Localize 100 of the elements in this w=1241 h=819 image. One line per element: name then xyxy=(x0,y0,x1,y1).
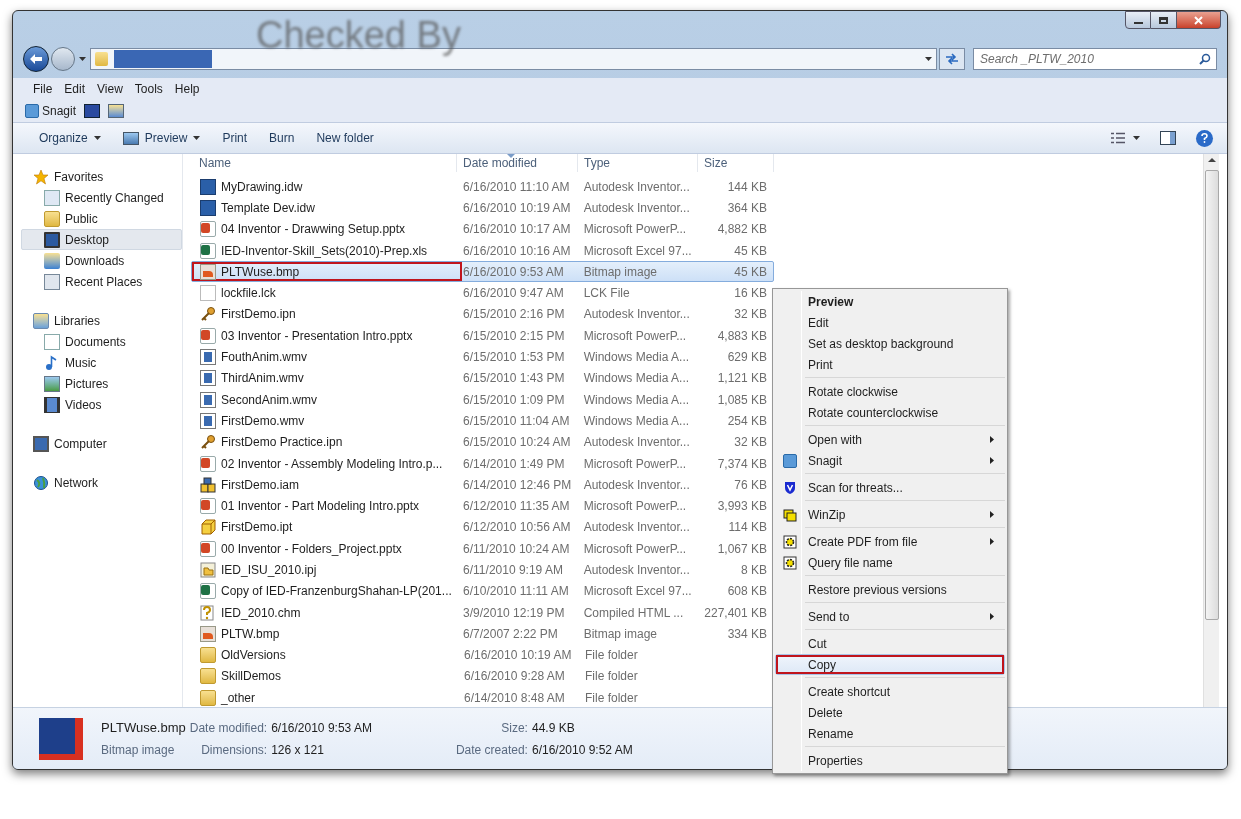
minimize-button[interactable] xyxy=(1125,11,1151,29)
nav-group-item[interactable]: Computer xyxy=(21,433,182,454)
back-button[interactable] xyxy=(23,46,49,72)
toolbar-button[interactable]: New folder xyxy=(308,126,382,150)
file-row[interactable]: 03 Inventor - Presentation Intro.pptx 6/15/2010 2:15 PM Microsoft PowerP... 4,883 KB xyxy=(191,325,774,347)
nav-item[interactable]: Pictures xyxy=(21,373,182,394)
nav-item[interactable]: Desktop xyxy=(21,229,182,250)
field-value: 6/16/2010 9:52 AM xyxy=(531,742,633,760)
context-menu-item[interactable]: Set as desktop background xyxy=(775,333,1005,354)
menu-item[interactable]: File xyxy=(27,78,59,100)
snagit-button[interactable]: Snagit xyxy=(25,102,77,120)
toolbar-button[interactable]: Burn xyxy=(261,126,303,150)
file-row[interactable]: 00 Inventor - Folders_Project.pptx 6/11/2010 10:24 AM Microsoft PowerP... 1,067 KB xyxy=(191,538,774,560)
context-menu-item[interactable]: Send to xyxy=(775,606,1005,627)
context-menu-item[interactable]: WinZip xyxy=(775,504,1005,525)
file-row[interactable]: FirstDemo.wmv 6/15/2010 11:04 AM Windows Media A... 254 KB xyxy=(191,410,774,432)
file-row[interactable]: FouthAnim.wmv 6/15/2010 1:53 PM Windows Media A... 629 KB xyxy=(191,346,774,368)
size-cell-text: 32 KB xyxy=(733,306,768,324)
file-row[interactable]: lockfile.lck 6/16/2010 9:47 AM LCK File 16 KB xyxy=(191,282,774,304)
type-cell-text: Autodesk Inventor... xyxy=(582,519,691,537)
search-field[interactable]: Search _PLTW_2010 xyxy=(973,48,1217,70)
file-row[interactable]: 02 Inventor - Assembly Modeling Intro.p... 6/14/2010 1:49 PM Microsoft PowerP... 7,374 KB xyxy=(191,452,774,475)
file-row[interactable]: Copy of IED-FranzenburgShahan-LP(201... 6/10/2010 11:11 AM Microsoft Excel 97... 608 KB xyxy=(191,580,774,602)
view-options-button[interactable] xyxy=(1111,132,1140,144)
nav-item[interactable]: Recent Places xyxy=(21,271,182,292)
column-header[interactable]: Size xyxy=(698,154,774,172)
file-row[interactable]: FirstDemo Practice.ipn 6/15/2010 10:24 AM Autodesk Inventor... 32 KB xyxy=(191,431,774,453)
file-row[interactable]: IED_ISU_2010.ipj 6/11/2010 9:19 AM Autodesk Inventor... 8 KB xyxy=(191,559,774,581)
file-row[interactable]: PLTW.bmp 6/7/2007 2:22 PM Bitmap image 334 KB xyxy=(191,623,774,645)
context-menu-item[interactable]: Properties xyxy=(775,750,1005,771)
context-menu-item[interactable]: Preview xyxy=(775,291,1005,312)
menu-item[interactable]: Edit xyxy=(58,78,92,100)
context-menu-item[interactable]: Edit xyxy=(775,312,1005,333)
toolbar-button[interactable]: Preview xyxy=(114,126,209,150)
nav-item[interactable]: Videos xyxy=(21,394,182,415)
address-dropdown[interactable] xyxy=(925,57,932,61)
toolbar-button[interactable]: Print xyxy=(214,126,256,150)
context-menu-item[interactable]: Restore previous versions xyxy=(775,579,1005,600)
globe-icon xyxy=(33,474,49,491)
gear-icon xyxy=(783,534,797,549)
nav-group-item[interactable]: Network xyxy=(21,472,182,493)
context-menu-item[interactable]: Copy xyxy=(775,654,1005,675)
scrollbar-thumb[interactable] xyxy=(1204,170,1219,620)
menu-item[interactable]: Help xyxy=(168,78,206,100)
refresh-button[interactable] xyxy=(939,48,965,70)
context-menu-item[interactable]: Open with xyxy=(775,429,1005,450)
file-row[interactable]: IED-Inventor-Skill_Sets(2010)-Prep.xls 6/16/2010 10:16 AM Microsoft Excel 97... 45 KB xyxy=(191,239,774,262)
size-cell-text: 1,121 KB xyxy=(716,370,768,388)
menu-item[interactable]: View xyxy=(91,78,129,100)
context-menu-item[interactable]: Scan for threats... xyxy=(775,477,1005,498)
slides-file-icon xyxy=(200,221,216,238)
document-icon xyxy=(44,333,60,350)
preview-pane-button[interactable] xyxy=(1160,131,1176,145)
file-row[interactable]: 04 Inventor - Drawwing Setup.pptx 6/16/2010 10:17 AM Microsoft PowerP... 4,882 KB xyxy=(191,218,774,240)
column-header[interactable]: Type xyxy=(578,154,698,172)
nav-item[interactable]: Recently Changed xyxy=(21,187,182,208)
file-row[interactable]: IED_2010.chm 3/9/2010 12:19 PM Compiled HTML ... 227,401 KB xyxy=(191,601,774,624)
capture-folder-icon[interactable] xyxy=(108,104,125,118)
file-row[interactable]: MyDrawing.idw 6/16/2010 11:10 AM Autodesk Inventor... 144 KB xyxy=(191,176,774,198)
context-menu-item[interactable]: Create shortcut xyxy=(775,681,1005,702)
grid-icon xyxy=(783,453,797,468)
toolbar-button[interactable]: Organize xyxy=(31,126,109,150)
context-menu-item[interactable]: Snagit xyxy=(775,450,1005,471)
nav-group-item[interactable]: Libraries xyxy=(21,310,182,331)
nav-group-item[interactable]: Favorites xyxy=(21,166,182,187)
file-row[interactable]: FirstDemo.ipt 6/12/2010 10:56 AM Autodesk Inventor... 114 KB xyxy=(191,516,774,539)
nav-item[interactable]: Music xyxy=(21,352,182,373)
file-row[interactable]: SecondAnim.wmv 6/15/2010 1:09 PM Windows Media A... 1,085 KB xyxy=(191,388,774,411)
column-header[interactable]: Date modified xyxy=(457,154,578,172)
file-row[interactable]: PLTWuse.bmp 6/16/2010 9:53 AM Bitmap image 45 KB xyxy=(191,261,774,283)
column-header[interactable]: Name xyxy=(191,154,457,172)
file-row[interactable]: 01 Inventor - Part Modeling Intro.pptx 6/12/2010 11:35 AM Microsoft PowerP... 3,993 KB xyxy=(191,495,774,517)
type-cell-text: File folder xyxy=(584,647,639,665)
cube-icon xyxy=(200,519,216,536)
file-row[interactable]: FirstDemo.iam 6/14/2010 12:46 PM Autodesk Inventor... 76 KB xyxy=(191,474,774,496)
nav-item[interactable]: Downloads xyxy=(21,250,182,271)
maximize-button[interactable] xyxy=(1151,11,1177,29)
scroll-up-arrow-icon[interactable] xyxy=(1207,158,1216,162)
context-menu-item[interactable]: Create PDF from file xyxy=(775,531,1005,552)
file-row[interactable]: SkillDemos 6/16/2010 9:28 AM File folder xyxy=(191,665,774,688)
context-menu-item[interactable]: Rotate clockwise xyxy=(775,381,1005,402)
context-menu-item[interactable]: Rotate counterclockwise xyxy=(775,402,1005,423)
menu-item[interactable]: Tools xyxy=(128,78,169,100)
file-row[interactable]: ThirdAnim.wmv 6/15/2010 1:43 PM Windows Media A... 1,121 KB xyxy=(191,367,774,389)
file-row[interactable]: OldVersions 6/16/2010 10:19 AM File folder xyxy=(191,644,774,666)
date-cell-text: 6/14/2010 8:48 AM xyxy=(463,689,566,707)
capture-window-icon[interactable] xyxy=(84,104,101,118)
file-row[interactable]: _other 6/14/2010 8:48 AM File folder xyxy=(191,687,774,709)
context-menu-item[interactable]: Delete xyxy=(775,702,1005,723)
help-button[interactable] xyxy=(1196,129,1213,147)
context-menu-item[interactable]: Rename xyxy=(775,723,1005,744)
context-menu-item[interactable]: Cut xyxy=(775,633,1005,654)
close-button[interactable] xyxy=(1177,11,1221,29)
nav-item[interactable]: Public xyxy=(21,208,182,229)
history-dropdown[interactable] xyxy=(77,57,88,61)
file-row[interactable]: FirstDemo.ipn 6/15/2010 2:16 PM Autodesk Inventor... 32 KB xyxy=(191,303,774,326)
context-menu-item[interactable]: Query file name xyxy=(775,552,1005,573)
nav-item[interactable]: Documents xyxy=(21,331,182,352)
file-row[interactable]: Template Dev.idw 6/16/2010 10:19 AM Autodesk Inventor... 364 KB xyxy=(191,197,774,219)
context-menu-item[interactable]: Print xyxy=(775,354,1005,375)
